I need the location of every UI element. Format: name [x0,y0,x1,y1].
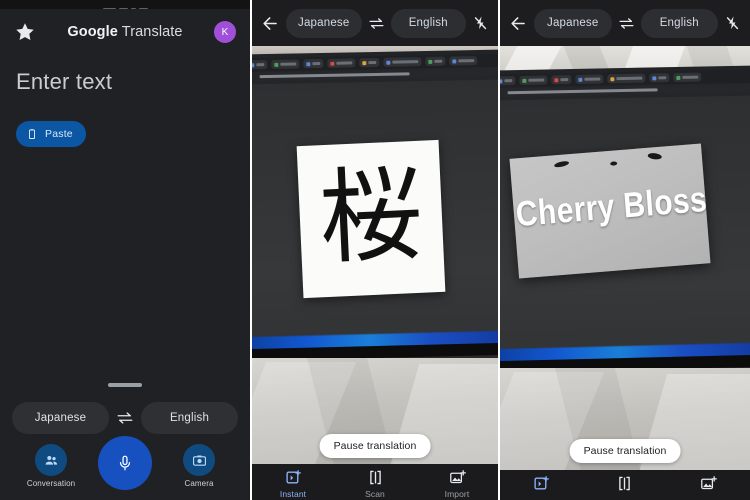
browser-tab [607,73,646,84]
pause-translation-button[interactable]: Pause translation [319,434,431,458]
import-image-icon [700,476,717,490]
browser-tab [303,58,324,69]
tab-import[interactable] [667,475,750,495]
target-language-chip[interactable]: English [141,402,238,434]
avatar[interactable]: K [214,21,236,43]
browser-tab [252,60,268,70]
detected-source-text: 桜 [316,154,426,279]
instant-translate-icon [285,470,301,484]
text-input-placeholder[interactable]: Enter text [16,69,234,95]
camera-top-bar: Japanese English [252,0,498,46]
browser-tab [575,74,604,84]
conversation-button-circle [35,444,67,476]
camera-mode-tabs [500,470,750,500]
browser-tab [449,56,478,66]
tab-scan[interactable] [583,475,666,495]
camera-viewfinder[interactable]: Cherry Blossoms [500,46,750,470]
page-title: Google Translate [36,24,214,40]
browser-tab [551,75,572,85]
ar-translation-overlay-card: Cherry Blossoms [509,143,711,279]
translated-text: Cherry Blossoms [514,175,711,235]
microphone-button[interactable] [98,436,152,490]
browser-tab [271,59,300,69]
app-title-brand: Google [67,24,118,40]
conversation-icon [45,455,57,465]
camera-viewfinder[interactable]: 桜 [252,46,498,464]
back-arrow-icon[interactable] [261,14,280,33]
app-bar: Google Translate K [0,9,250,55]
camera-label: Camera [184,479,214,488]
flash-off-icon[interactable] [724,14,741,33]
swap-languages-icon[interactable] [116,411,134,425]
action-button-row: Conversation Camera [0,434,250,490]
tab-import-label: Import [444,489,470,499]
flash-off-icon[interactable] [472,14,489,33]
camera-icon [192,455,206,466]
panel-translate-home: Google Translate K Enter text Paste Japa [0,0,250,500]
camera-mode-tabs: Instant Scan Import [252,464,498,500]
bottom-sheet: Japanese English Conversation Camera [0,392,250,500]
source-language-chip[interactable]: Japanese [12,402,109,434]
card-smudge [610,161,618,166]
language-selector-row: Japanese English [0,392,250,434]
paper-card-source: 桜 [296,139,446,299]
tab-instant[interactable] [500,475,583,495]
browser-tab [383,57,422,67]
browser-tab [425,56,446,67]
scan-icon [619,476,631,491]
card-smudge [553,160,570,169]
browser-tab [500,76,516,86]
compose-area[interactable]: Enter text Paste [0,55,250,392]
target-language-chip[interactable]: English [640,8,718,38]
swap-languages-icon[interactable] [368,17,385,30]
browser-tab [359,57,380,68]
browser-tab [519,75,548,86]
monitor-url-text [259,71,410,79]
panel-camera-translated: Japanese English Cherry Blossoms Pause t… [500,0,750,500]
tab-scan[interactable]: Scan [334,469,416,499]
browser-tab [649,73,670,83]
conversation-button[interactable]: Conversation [22,444,80,488]
camera-top-bar: Japanese English [500,0,750,46]
card-smudge [647,152,663,161]
star-icon[interactable] [14,21,36,43]
browser-tab [327,58,356,68]
tab-scan-label: Scan [365,489,385,499]
pause-translation-button[interactable]: Pause translation [569,439,681,463]
paste-button[interactable]: Paste [16,121,86,148]
paste-button-label: Paste [45,128,73,141]
camera-button-circle [183,444,215,476]
swap-languages-icon[interactable] [618,17,635,30]
bottom-sheet-handle-area[interactable] [0,378,250,392]
three-screenshot-strip: Google Translate K Enter text Paste Japa [0,0,750,500]
panel-camera-scan: Japanese English 桜 Pause translation Ins… [250,0,500,500]
instant-translate-icon [534,476,550,490]
microphone-icon [119,455,131,471]
monitor-url-text [507,87,658,95]
tab-import[interactable]: Import [416,469,498,499]
camera-button[interactable]: Camera [170,444,228,488]
target-language-chip[interactable]: English [390,8,466,38]
back-arrow-icon[interactable] [509,14,528,33]
avatar-initial: K [221,26,229,38]
clipboard-icon [29,129,35,140]
import-image-icon [449,470,466,484]
scan-icon [369,470,381,485]
tab-instant-label: Instant [279,489,307,499]
status-bar [0,0,250,9]
microphone-button-wrapper [98,436,152,490]
tab-instant[interactable]: Instant [252,469,334,499]
drag-handle[interactable] [108,383,142,387]
source-language-chip[interactable]: Japanese [286,8,362,38]
app-title-sub: Translate [121,24,183,40]
conversation-label: Conversation [26,479,76,488]
source-language-chip[interactable]: Japanese [534,8,612,38]
browser-tab [673,72,702,83]
